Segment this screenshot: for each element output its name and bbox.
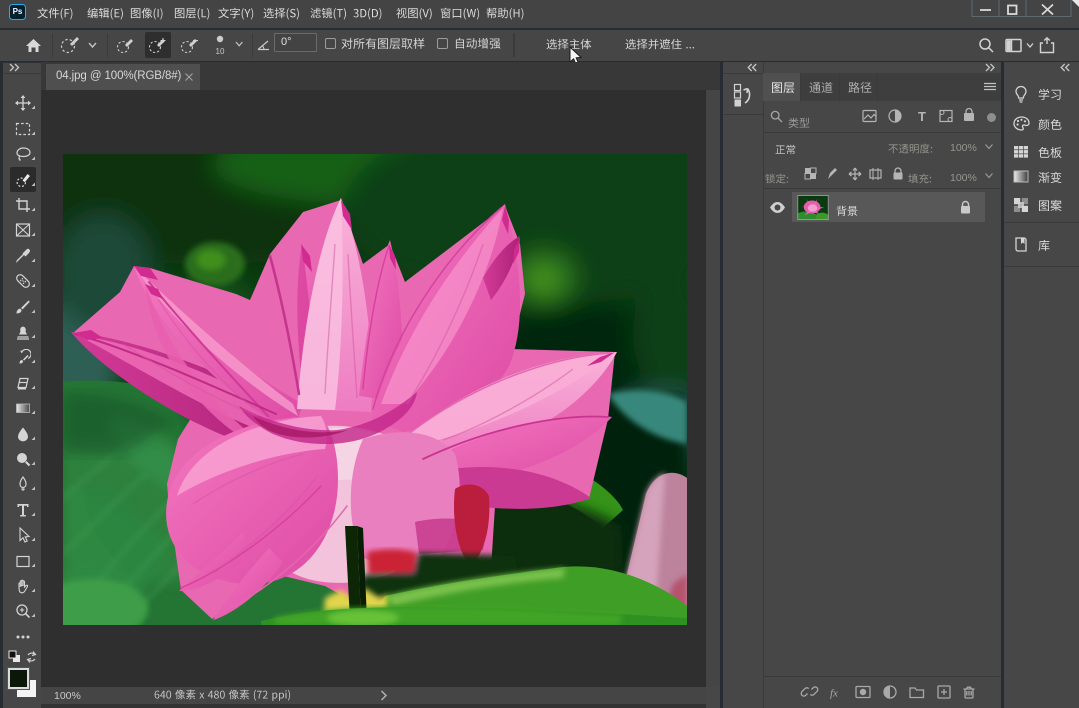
svg-text:T: T [918, 109, 926, 124]
svg-text:10: 10 [216, 47, 225, 56]
svg-text:fx: fx [830, 688, 838, 700]
